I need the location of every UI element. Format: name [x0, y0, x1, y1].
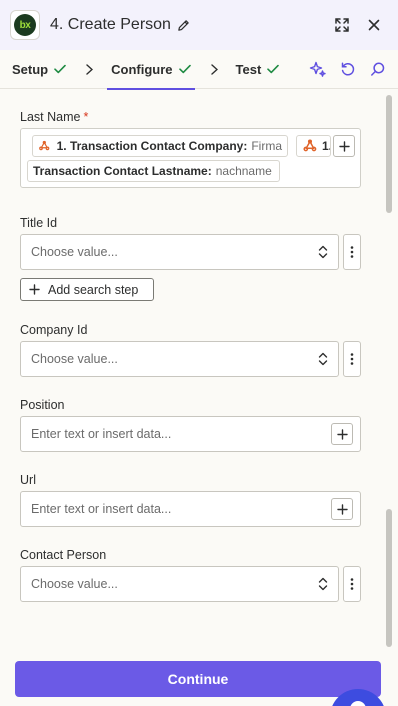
insert-data-button[interactable] [331, 423, 353, 445]
updown-icon [318, 577, 328, 591]
token-pill[interactable]: 1. Transaction Contact Company: Firma [32, 135, 288, 157]
chevron-right-icon [210, 63, 218, 75]
title-id-label: Title Id [20, 216, 58, 230]
select-placeholder: Choose value... [31, 577, 118, 591]
webhook-icon [303, 139, 317, 152]
plus-icon [336, 428, 348, 440]
tab-label: Configure [111, 61, 173, 77]
tab-label: Test [235, 61, 262, 77]
last-name-field[interactable]: 1. Transaction Contact Company:Firma 1. … [20, 128, 361, 188]
updown-icon [318, 352, 328, 366]
sparkle-icon[interactable] [306, 57, 330, 81]
check-icon [267, 64, 280, 74]
scrollbar-thumb[interactable] [386, 95, 392, 213]
token-step: 1. Transaction Contact Company: [56, 139, 248, 153]
app-logo-mark: bx [14, 14, 36, 36]
kebab-icon[interactable] [343, 566, 361, 602]
position-label: Position [20, 398, 65, 412]
input-placeholder: Enter text or insert data... [31, 502, 172, 516]
footer: Continue [0, 650, 398, 706]
tab-setup[interactable]: Setup [12, 50, 66, 89]
tab-configure[interactable]: Configure [107, 50, 195, 90]
position-input[interactable]: Enter text or insert data... [20, 416, 361, 452]
select-placeholder: Choose value... [31, 352, 118, 366]
expand-icon[interactable] [330, 13, 354, 37]
company-id-label: Company Id [20, 323, 88, 337]
plus-icon [338, 140, 350, 152]
title-id-select[interactable]: Choose value... [20, 234, 339, 270]
search-icon[interactable] [366, 57, 390, 81]
tab-actions [300, 57, 398, 81]
plus-icon [29, 284, 40, 295]
tab-label: Setup [12, 61, 49, 77]
token-pill[interactable]: Transaction Contact Lastname: nachname [27, 160, 280, 182]
select-placeholder: Choose value... [31, 245, 118, 259]
scrollbar[interactable] [384, 91, 394, 651]
token-pill[interactable]: 1. [296, 135, 331, 157]
tab-test[interactable]: Test [236, 50, 280, 89]
insert-data-button[interactable] [331, 498, 353, 520]
token-step: 1. [322, 139, 330, 153]
step-title[interactable]: 4. Create Person [50, 16, 171, 34]
chevron-right-icon [86, 63, 94, 75]
token-value: nachname [215, 164, 272, 178]
kebab-icon[interactable] [343, 341, 361, 377]
kebab-icon[interactable] [343, 234, 361, 270]
pencil-icon[interactable] [177, 19, 190, 32]
chat-icon-mark [350, 701, 366, 706]
webhook-icon [39, 140, 50, 151]
check-icon [54, 64, 66, 74]
app-logo: bx [10, 10, 40, 40]
token-value: Firma [251, 139, 282, 153]
last-name-label-text: Last Name [20, 110, 81, 124]
url-label: Url [20, 473, 36, 487]
url-input[interactable]: Enter text or insert data... [20, 491, 361, 527]
editor-header: bx 4. Create Person [0, 0, 398, 50]
configure-form: Last Name * 1. Transaction Contact Compan… [0, 90, 380, 650]
insert-data-button[interactable] [333, 135, 355, 157]
contact-person-select[interactable]: Choose value... [20, 566, 339, 602]
token-step: Transaction Contact Lastname: [33, 164, 212, 178]
check-icon [178, 64, 191, 74]
input-placeholder: Enter text or insert data... [31, 427, 172, 441]
refresh-icon[interactable] [336, 57, 360, 81]
plus-icon [336, 503, 348, 515]
continue-button[interactable]: Continue [15, 661, 381, 697]
company-id-select[interactable]: Choose value... [20, 341, 339, 377]
last-name-label: Last Name * [20, 110, 88, 124]
contact-person-label: Contact Person [20, 548, 107, 562]
step-tabs: Setup Configure Test [0, 50, 398, 90]
updown-icon [318, 245, 328, 259]
required-mark: * [83, 110, 89, 124]
add-search-step-button[interactable]: Add search step [20, 278, 154, 301]
add-search-step-label: Add search step [48, 282, 139, 297]
close-icon[interactable] [362, 13, 386, 37]
scrollbar-thumb[interactable] [386, 509, 392, 647]
